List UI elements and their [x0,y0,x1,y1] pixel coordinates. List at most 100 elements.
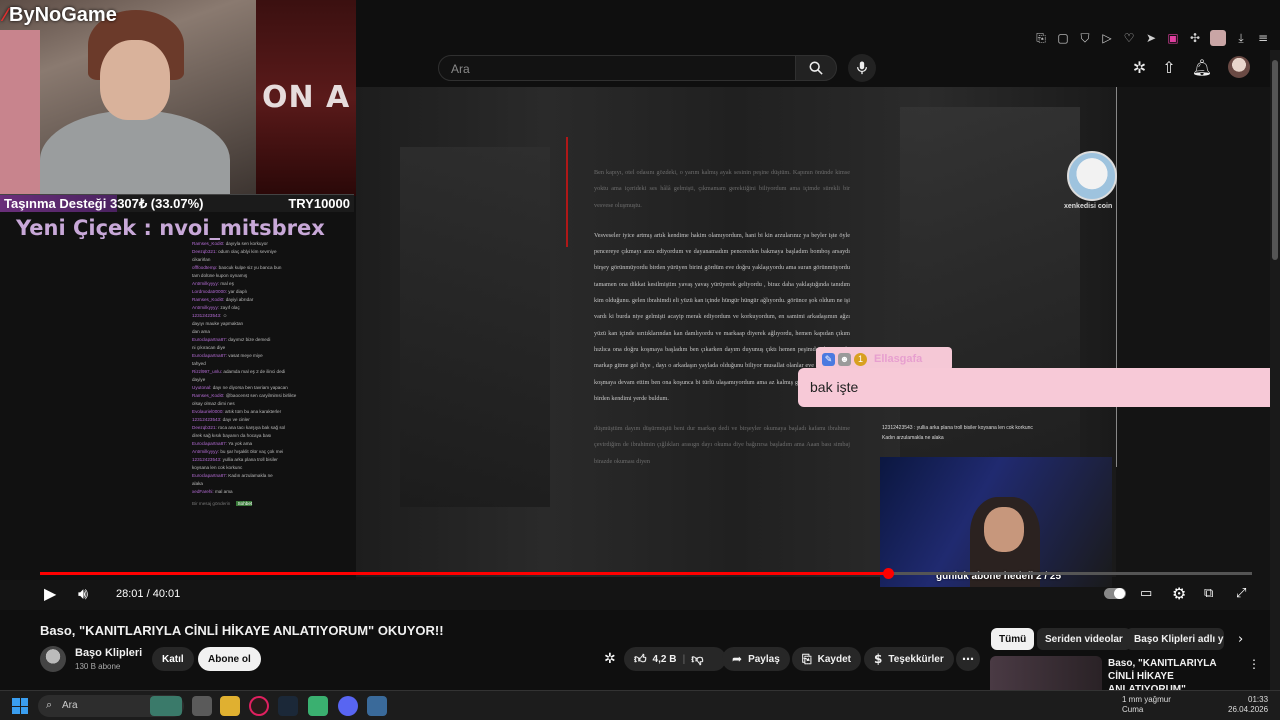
upload-icon[interactable]: ⇧ [1162,58,1175,77]
opera-gx-icon[interactable] [249,696,269,716]
notifications-bell-icon[interactable]: 🔔︎ [1192,58,1212,77]
chat-username: Uyutonal: [192,385,213,390]
chat-text: Kadın arzulamakla ne [228,473,273,478]
shield-icon[interactable]: ⛉ [1078,31,1092,45]
overlay-chat-line: 12312423543 : yullia arka plana troll bi… [882,425,1033,431]
thumbs-down-icon[interactable]: 👎︎ [691,652,703,667]
sparkle-icon[interactable]: ✲ [604,651,616,667]
recommendation-menu-icon[interactable]: ⋮ [1248,657,1260,671]
header-actions: ✲ ⇧ 🔔︎ [1133,56,1250,78]
bookmark-icon[interactable]: ⎘ [1034,31,1048,45]
chat-message: Antrmilkyyyy: mal eş [192,280,308,288]
weather-widget[interactable]: 1 mm yağmur Cuma [1122,695,1171,715]
steam-icon[interactable] [278,696,298,716]
chat-username: Deezqb321: [192,249,219,254]
progress-bar[interactable] [40,568,1252,579]
search-button[interactable] [795,55,837,81]
like-button[interactable]: 👍︎ 4,2 B | 👎︎ [624,647,726,671]
alert-message: bak işte [798,368,1270,407]
file-explorer-icon[interactable] [220,696,240,716]
settings-gear-icon[interactable]: ⚙ [1172,584,1186,603]
subscribe-button[interactable]: Abone ol [198,647,261,671]
chat-input[interactable]: Bir mesaj gönderin [192,501,230,506]
cat-avatar-name: xenkedisi coin [1064,203,1113,210]
share-button[interactable]: ➦ Paylaş [722,647,790,671]
chat-text: dan ama [192,329,210,334]
voice-search-button[interactable] [848,54,876,82]
more-actions-button[interactable]: ⋯ [956,647,980,671]
subtitles-icon[interactable]: ▭ [1140,586,1152,601]
logo-text: ByNoGame [9,4,117,26]
microphone-icon [856,61,868,75]
play-icon[interactable]: ▷ [1100,31,1114,45]
menu-icon[interactable]: ≡ [1256,31,1270,45]
chat-message: xedFarehi: mal ama [192,488,308,496]
time-display: 28:01 / 40:01 [116,588,181,600]
search-input[interactable]: Ara [438,55,796,81]
profile-icon[interactable] [1210,30,1226,46]
thanks-button[interactable]: $ Teşekkürler [864,647,954,671]
recommendation-thumbnail[interactable] [990,656,1102,690]
studio-icon[interactable]: ✲ [1133,58,1146,77]
save-button[interactable]: ⎘ Kaydet [792,647,861,671]
streamer-webcam [880,457,1112,587]
page-scrollbar[interactable] [1270,50,1280,690]
play-icon[interactable]: ▶ [44,584,56,603]
extension-pink-icon[interactable]: ▣ [1166,31,1180,45]
progress-played [40,572,889,575]
chat-username: 12312423543: [192,313,223,318]
chat-message: dan ama [192,328,308,336]
chat-message: Antrmilkyyyy: zayıf olaç [192,304,308,312]
search-highlight-icon[interactable] [150,696,182,716]
miniplayer-icon[interactable]: ⧉ [1204,586,1213,601]
channel-name[interactable]: Başo Klipleri [75,647,142,659]
chat-text: baocuk kulpe siz yu banca bun [218,265,282,270]
chat-username: offfoodtemp: [192,265,219,270]
fullscreen-icon[interactable]: ⤢ [1236,586,1246,601]
chat-message: alaka [192,480,308,488]
discord-icon[interactable] [338,696,358,716]
chat-message: Rizzl997_unlu: adamda mal eş 2 de ilinci… [192,368,308,376]
game-app-icon[interactable] [308,696,328,716]
weather-text: 1 mm yağmur [1122,695,1171,704]
donation-goal-bar: Taşınma Desteği 3307₺ (33.07%) TRY10000 [0,194,354,212]
poster: ON A [256,0,356,196]
chevron-right-icon[interactable]: › [1238,632,1243,647]
chat-username: 12312423543: [192,417,223,422]
chip-uploader[interactable]: Başo Klipleri adlı yükleyiciden [1126,628,1224,650]
chat-text: olsay olmaz dimi nes [192,401,235,406]
chat-username: Ramses_Kodi0: [192,241,226,246]
scroll-thumb[interactable] [1272,60,1278,260]
volume-icon[interactable]: 🔊︎ [78,584,88,604]
join-button[interactable]: Katıl [152,647,194,671]
stream-overlay-left: ON A ⁄ ByNoGame Taşınma Desteği 3307₺ (3… [0,0,356,580]
chat-send-button[interactable]: Sohbet [236,501,253,506]
channel-avatar[interactable] [40,646,66,672]
chat-username: Ramses_Kodi0: [192,393,226,398]
clock[interactable]: 01:33 26.04.2026 [1228,695,1268,715]
chip-series[interactable]: Seriden videolar [1037,628,1131,650]
chat-input-row[interactable]: Bir mesaj gönderin Sohbet [192,500,308,508]
chat-text: dayiye [192,377,206,382]
autoplay-toggle[interactable] [1104,588,1126,599]
chat-text: alaka [192,481,203,486]
chat-username: Euroclapartna87: [192,337,229,342]
chip-all[interactable]: Tümü [991,628,1035,650]
chat-text: roca ana tacı karşıya bak sağ sol [218,425,286,430]
story-paragraph-1: Ben kapıyı, otel odasını gözdeki, o yarı… [594,169,850,209]
chat-text: mal eş [220,281,234,286]
send-icon[interactable]: ➤ [1144,31,1158,45]
app-icon[interactable] [367,696,387,716]
like-count: 4,2 B [652,653,677,665]
windows-start-icon[interactable] [12,698,28,714]
download-icon[interactable]: ⤓ [1234,31,1248,45]
account-avatar[interactable] [1228,56,1250,78]
puzzle-icon[interactable]: ✣ [1188,31,1202,45]
thumbs-up-icon: 👍︎ [634,651,647,666]
channel-logo: ⁄ ByNoGame [4,4,117,27]
chat-username: Euroclapartna87: [192,441,229,446]
task-view-icon[interactable] [192,696,212,716]
chat-text: vasat meye miye [228,353,263,358]
screenshot-icon[interactable]: ▢ [1056,31,1070,45]
heart-icon[interactable]: ♡ [1122,31,1136,45]
